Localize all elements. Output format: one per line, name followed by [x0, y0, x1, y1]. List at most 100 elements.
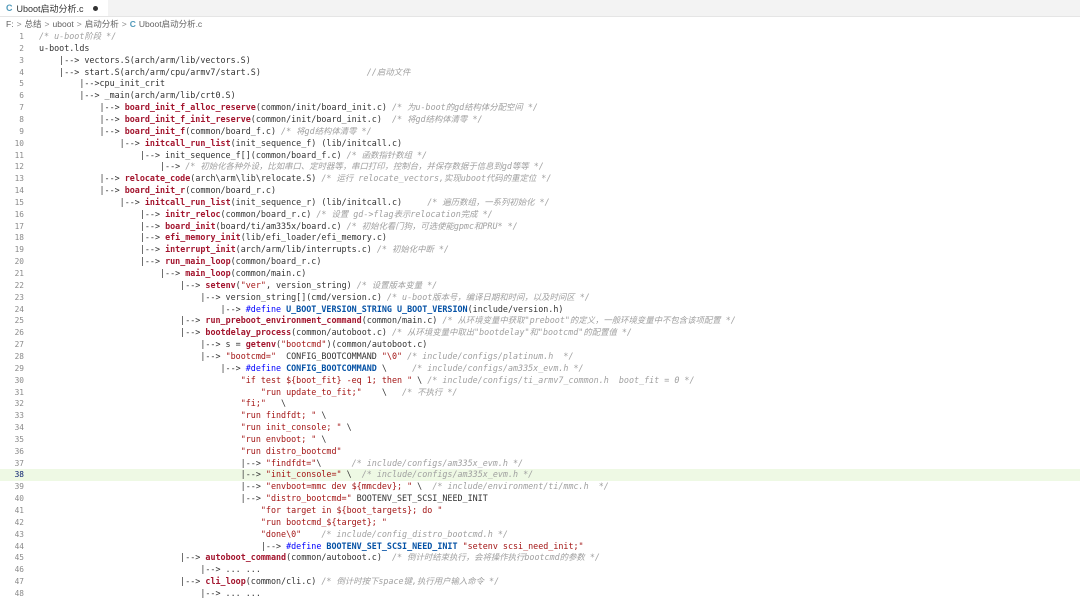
- code-line[interactable]: 26 |--> bootdelay_process(common/autoboo…: [0, 327, 1080, 339]
- code-token: /* 初始化各种外设，比如串口、定时器等，串口打印，控制台，并保存数据于信息到g…: [185, 161, 544, 172]
- code-line[interactable]: 7 |--> board_init_f_alloc_reserve(common…: [0, 102, 1080, 114]
- code-token: relocate_code: [124, 173, 191, 184]
- code-line[interactable]: 37 |--> "findfdt="\ /* include/configs/a…: [0, 458, 1080, 470]
- code-line[interactable]: 39 |--> "envboot=mmc dev ${mmcdev}; " \ …: [0, 481, 1080, 493]
- code-line[interactable]: 24 |--> #define U_BOOT_VERSION_STRING U_…: [0, 304, 1080, 316]
- code-line[interactable]: 30 "if test ${boot_fit} -eq 1; then " \ …: [0, 375, 1080, 387]
- line-number: 18: [14, 233, 24, 243]
- code-line[interactable]: 13 |--> relocate_code(arch\arm\lib\reloc…: [0, 173, 1080, 185]
- code-line[interactable]: 33 "run findfdt; " \: [0, 410, 1080, 422]
- code-token: (common/main.c): [230, 268, 307, 278]
- code-token: /* 设置 gd->flag表示relocation完成 */: [316, 208, 493, 219]
- code-text: |--> initr_reloc(common/board_r.c) /* 设置…: [39, 209, 493, 221]
- code-editor[interactable]: 1 /* u-boot阶段 */ 2 u-boot.lds 3 |--> vectors…: [0, 31, 1080, 607]
- code-line[interactable]: 18 |--> efi_memory_init(lib/efi_loader/e…: [0, 232, 1080, 244]
- code-text: |--> bootdelay_process(common/autoboot.c…: [39, 327, 632, 339]
- editor-tab[interactable]: C Uboot启动分析.c: [0, 0, 108, 16]
- code-token: "\0": [381, 350, 403, 361]
- code-line[interactable]: 11 |--> init_sequence_f[](common/board_f…: [0, 150, 1080, 162]
- code-line[interactable]: 4 |--> start.S(arch/arm/cpu/armv7/start.…: [0, 67, 1080, 79]
- code-line[interactable]: 1 /* u-boot阶段 */: [0, 31, 1080, 43]
- code-token: |-->: [39, 113, 125, 124]
- code-line[interactable]: 45 |--> autoboot_command(common/autoboot…: [0, 552, 1080, 564]
- code-line[interactable]: 2 u-boot.lds: [0, 43, 1080, 55]
- code-line[interactable]: 9 |--> board_init_f(common/board_f.c) /*…: [0, 126, 1080, 138]
- line-number: 20: [14, 257, 24, 267]
- code-text: |--> board_init_f_alloc_reserve(common/i…: [39, 102, 538, 114]
- code-line[interactable]: 20 |--> run_main_loop(common/board_r.c): [0, 256, 1080, 268]
- code-line[interactable]: 25 |--> run_preboot_environment_command(…: [0, 315, 1080, 327]
- code-token: \: [376, 362, 413, 373]
- breadcrumb-folder[interactable]: uboot: [53, 19, 74, 29]
- code-line[interactable]: 38 |--> "init_console=" \ /* include/con…: [0, 469, 1080, 482]
- code-token: |-->: [39, 232, 166, 243]
- code-line[interactable]: 8 |--> board_init_f_init_reserve(common/…: [0, 114, 1080, 126]
- code-token: "setenv scsi_need_init;": [462, 540, 584, 551]
- code-line[interactable]: 19 |--> interrupt_init(arch/arm/lib/inte…: [0, 244, 1080, 256]
- code-line[interactable]: 27 |--> s = getenv("bootcmd")(common/aut…: [0, 339, 1080, 351]
- code-line[interactable]: 48 |--> ... ...: [0, 588, 1080, 600]
- code-line[interactable]: 47 |--> cli_loop(common/cli.c) /* 倒计时按下s…: [0, 576, 1080, 588]
- code-line[interactable]: 36 "run distro_bootcmd": [0, 446, 1080, 458]
- code-token: initcall_run_list: [144, 137, 231, 148]
- line-number: 44: [14, 541, 24, 551]
- code-line[interactable]: 10 |--> initcall_run_list(init_sequence_…: [0, 138, 1080, 150]
- line-number: 21: [14, 269, 24, 278]
- breadcrumb-folder[interactable]: 总结: [25, 18, 42, 30]
- code-line[interactable]: 32 "fi;" \: [0, 398, 1080, 410]
- code-line[interactable]: 44 |--> #define BOOTENV_SET_SCSI_NEED_IN…: [0, 541, 1080, 553]
- code-line[interactable]: 15 |--> initcall_run_list(init_sequence_…: [0, 197, 1080, 209]
- code-line[interactable]: 42 "run bootcmd_${target}; ": [0, 517, 1080, 529]
- unsaved-dot-icon[interactable]: [92, 5, 98, 11]
- code-text: |--> initcall_run_list(init_sequence_f) …: [39, 138, 402, 150]
- code-line[interactable]: 35 "run envboot; " \: [0, 434, 1080, 446]
- code-token: |-->: [39, 315, 206, 326]
- code-token: |-->: [39, 220, 166, 231]
- code-line[interactable]: 12 |--> /* 初始化各种外设，比如串口、定时器等，串口打印，控制台，并保…: [0, 161, 1080, 173]
- code-line[interactable]: 23 |--> version_string[](cmd/version.c) …: [0, 292, 1080, 304]
- code-line[interactable]: 34 "run init_console; " \: [0, 422, 1080, 434]
- code-token: "ver": [240, 279, 266, 290]
- line-number: 1: [19, 32, 24, 41]
- line-number: 10: [14, 138, 24, 148]
- code-line[interactable]: 17 |--> board_init(board/ti/am335x/board…: [0, 221, 1080, 233]
- breadcrumb-folder[interactable]: 启动分析: [85, 18, 119, 30]
- code-token: (arch/arm/lib/interrupts.c): [235, 244, 377, 255]
- code-text: "run init_console; " \: [39, 422, 352, 434]
- code-line[interactable]: 29 |--> #define CONFIG_BOOTCOMMAND \ /* …: [0, 363, 1080, 375]
- breadcrumb-file[interactable]: Uboot启动分析.c: [139, 18, 202, 30]
- code-token: (lib/efi_loader/efi_memory.c): [240, 232, 387, 243]
- code-line[interactable]: 46 |--> ... ...: [0, 564, 1080, 576]
- code-text: |--> "envboot=mmc dev ${mmcdev}; " \ /* …: [39, 481, 609, 493]
- code-line[interactable]: 22 |--> setenv("ver", version_string) /*…: [0, 280, 1080, 292]
- code-line[interactable]: 43 "done\0" /* include/config_distro_boo…: [0, 529, 1080, 541]
- code-line[interactable]: 31 "run update_to_fit;" \ /* 不执行 */: [0, 387, 1080, 399]
- line-number: 25: [14, 316, 24, 326]
- code-text: "done\0" /* include/config_distro_bootcm…: [39, 529, 508, 541]
- code-token: |-->: [39, 576, 206, 587]
- line-number: 31: [14, 387, 24, 397]
- code-text: |--> efi_memory_init(lib/efi_loader/efi_…: [39, 232, 387, 244]
- code-token: "run init_console; ": [240, 422, 342, 433]
- code-line[interactable]: 41 "for target in ${boot_targets}; do ": [0, 505, 1080, 517]
- code-text: |--> "findfdt="\ /* include/configs/am33…: [39, 458, 523, 470]
- code-line[interactable]: 28 |--> "bootcmd=" CONFIG_BOOTCOMMAND "\…: [0, 351, 1080, 363]
- code-text: |--> board_init(board/ti/am335x/board.c)…: [39, 221, 518, 233]
- code-line[interactable]: 6 |--> _main(arch/arm/lib/crt0.S): [0, 90, 1080, 102]
- code-text: |--> #define BOOTENV_SET_SCSI_NEED_INIT …: [39, 541, 584, 553]
- code-line[interactable]: 21 |--> main_loop(common/main.c): [0, 268, 1080, 280]
- code-line[interactable]: 16 |--> initr_reloc(common/board_r.c) /*…: [0, 209, 1080, 221]
- code-line[interactable]: 14 |--> board_init_r(common/board_r.c): [0, 185, 1080, 197]
- code-line[interactable]: 40 |--> "distro_bootcmd=" BOOTENV_SET_SC…: [0, 493, 1080, 505]
- code-token: board_init_f_init_reserve: [124, 113, 251, 124]
- code-line[interactable]: 3 |--> vectors.S(arch/arm/lib/vectors.S): [0, 55, 1080, 67]
- code-token: /* 运行 relocate_vectors,实现uboot代码的重定位 */: [321, 173, 552, 184]
- code-token: board_init_f_alloc_reserve: [124, 102, 256, 113]
- code-line[interactable]: 5 |-->cpu_init_crit: [0, 78, 1080, 90]
- code-text: |--> setenv("ver", version_string) /* 设置…: [39, 280, 437, 292]
- line-number: 24: [14, 304, 24, 314]
- code-token: |--> vectors.S(arch/arm/lib/vectors.S): [39, 54, 251, 65]
- breadcrumb-drive[interactable]: F:: [6, 19, 14, 29]
- code-token: \: [341, 469, 362, 480]
